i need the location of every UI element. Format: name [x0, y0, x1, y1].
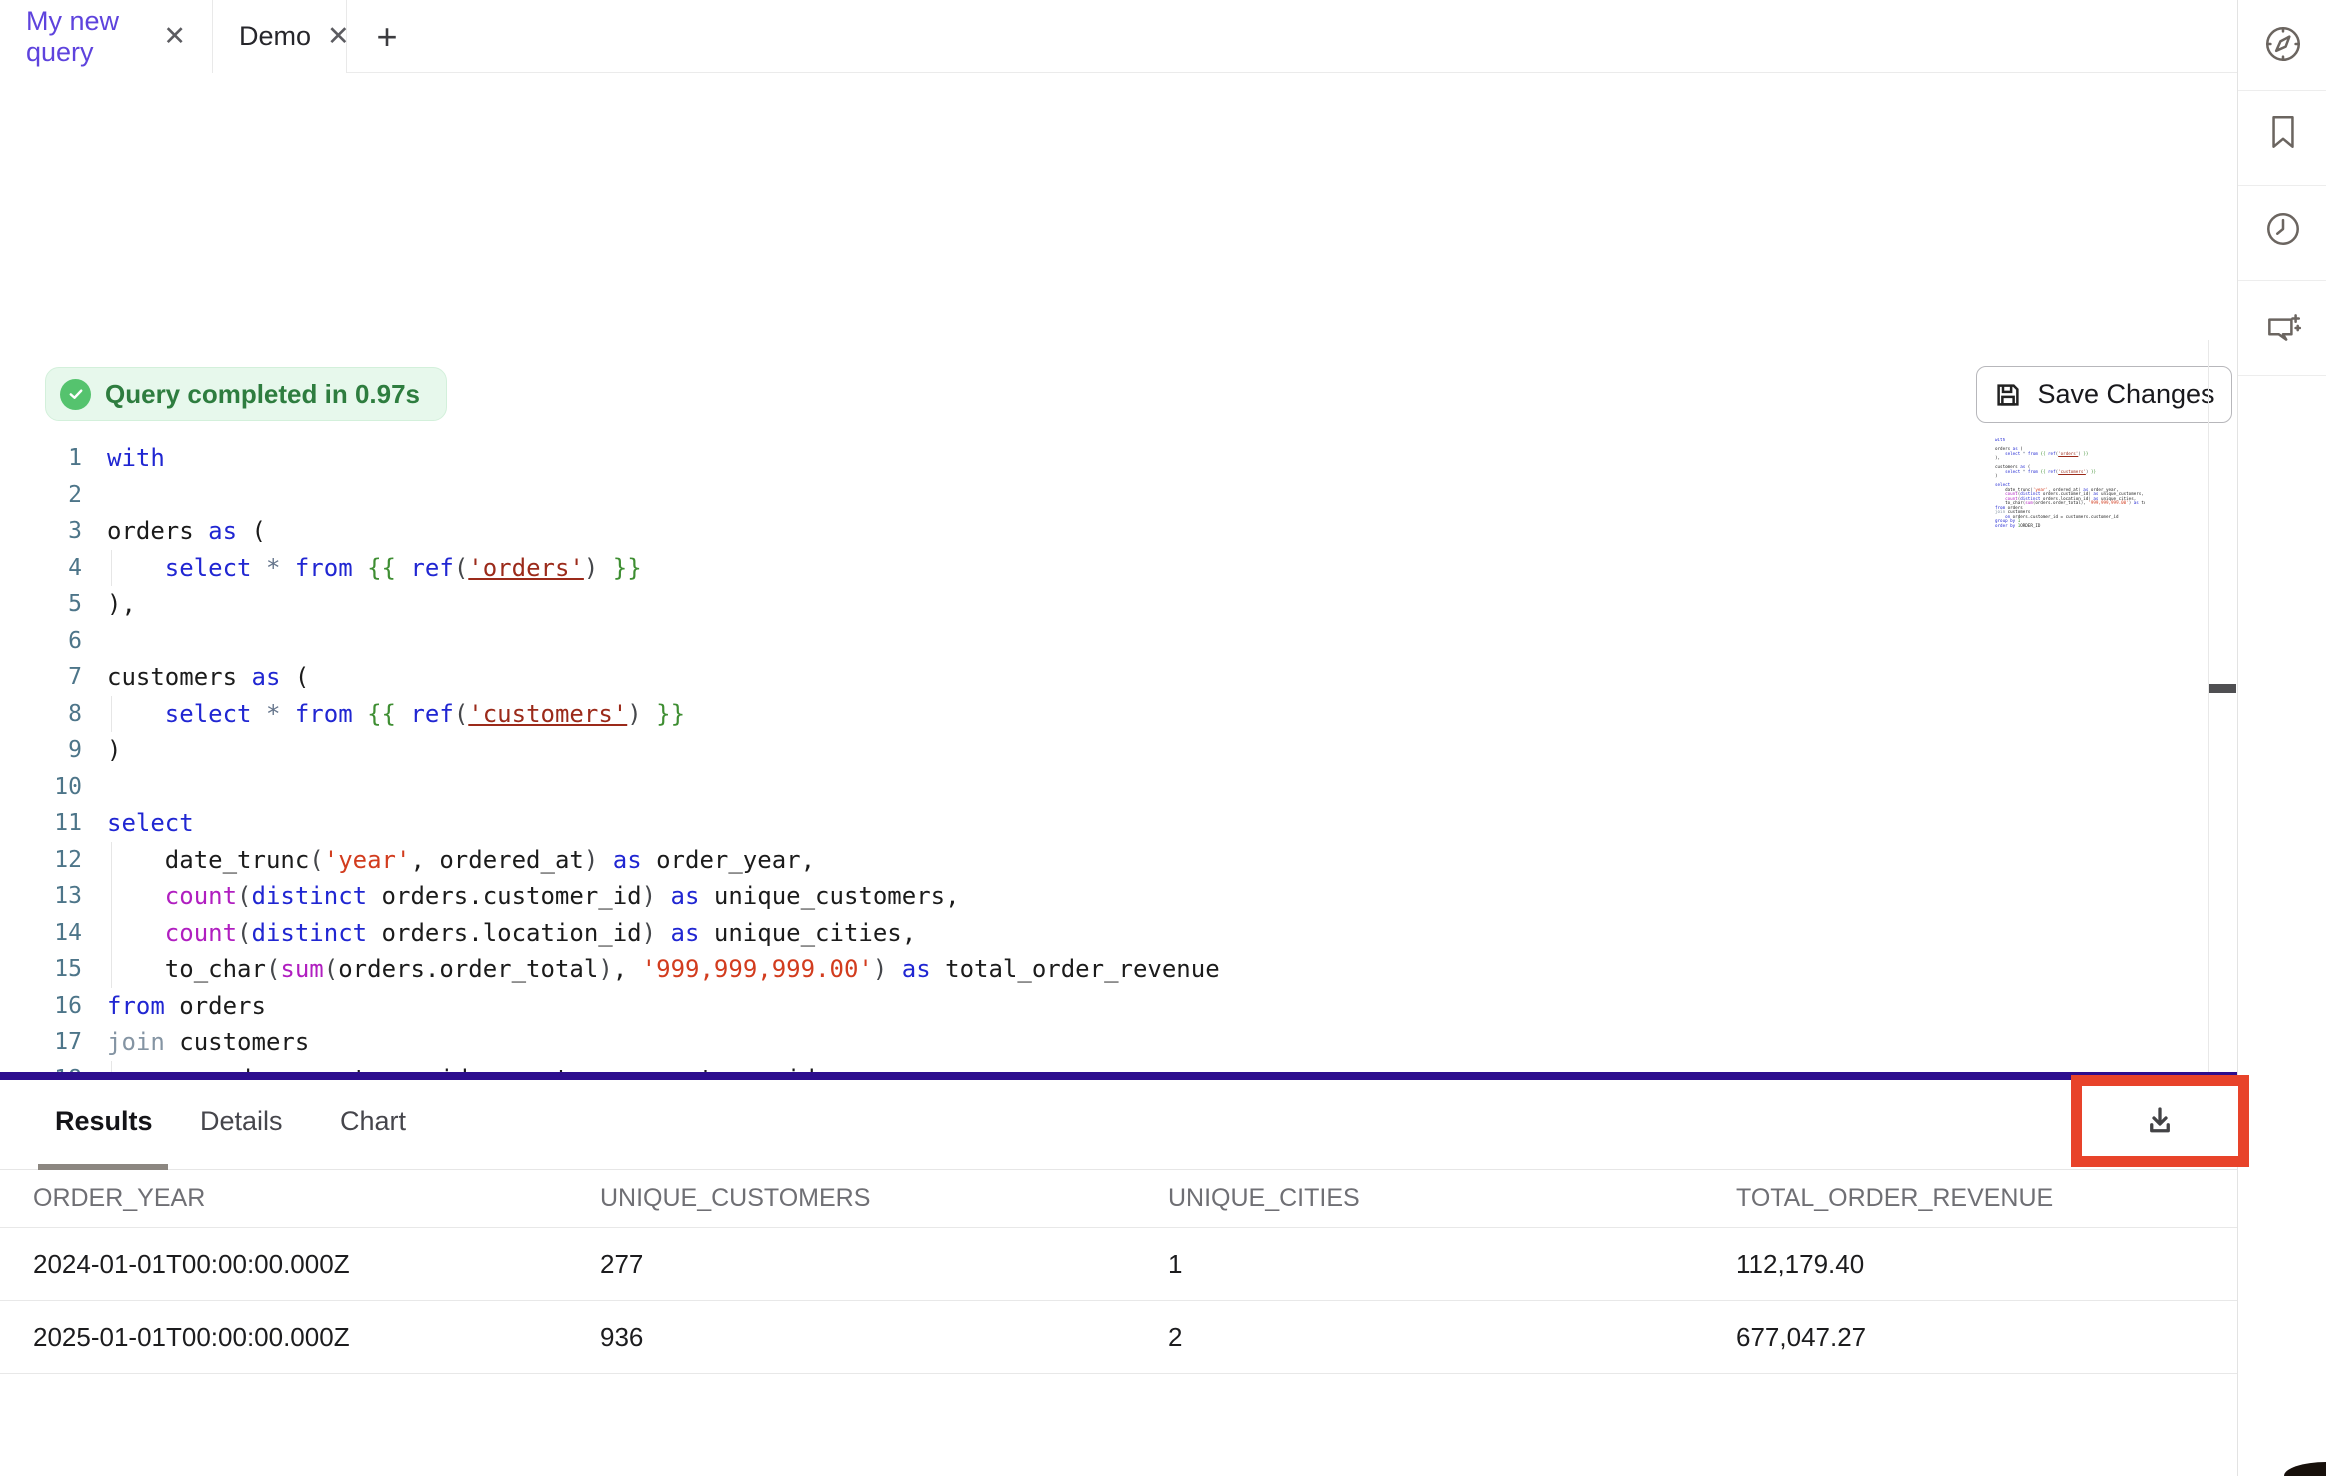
save-icon — [1993, 380, 2023, 410]
panel-splitter[interactable] — [0, 1072, 2237, 1080]
download-icon — [2142, 1103, 2178, 1139]
table-cell: 936 — [600, 1322, 1168, 1353]
query-status-badge: Query completed in 0.97s — [45, 367, 447, 421]
red-highlight-annotation — [2071, 1075, 2249, 1167]
results-table: ORDER_YEARUNIQUE_CUSTOMERSUNIQUE_CITIEST… — [0, 1170, 2237, 1374]
save-label: Save Changes — [2037, 379, 2214, 410]
bookmarks-button[interactable] — [2261, 110, 2305, 154]
column-header: UNIQUE_CITIES — [1168, 1184, 1736, 1213]
bookmark-icon — [2262, 111, 2304, 153]
table-row[interactable]: 2025-01-01T00:00:00.000Z9362677,047.27 — [0, 1301, 2237, 1374]
explore-button[interactable] — [2261, 22, 2305, 66]
table-cell: 112,179.40 — [1736, 1249, 2237, 1280]
table-cell: 277 — [600, 1249, 1168, 1280]
app-window: My new query ✕ Demo ✕ + MS Your query — [0, 0, 2326, 1476]
code-gutter: 1234567891011121314151617181920 — [30, 440, 82, 1170]
code-lines[interactable]: with orders as ( select * from {{ ref('o… — [107, 440, 2004, 1170]
code-line: date_trunc('year', ordered_at) as order_… — [107, 842, 2004, 879]
check-circle-icon — [60, 379, 91, 410]
code-line: from orders — [107, 988, 2004, 1025]
download-results-button[interactable] — [2082, 1086, 2238, 1156]
code-line: select — [107, 805, 2004, 842]
history-panel-button[interactable] — [2261, 207, 2305, 251]
code-line: ), — [107, 586, 2004, 623]
tab-results[interactable]: Results — [55, 1106, 153, 1137]
code-line: customers as ( — [107, 659, 2004, 696]
rail-divider — [2238, 90, 2326, 91]
editor-scrollbar-thumb[interactable] — [2209, 684, 2236, 693]
code-line: join customers — [107, 1024, 2004, 1061]
rail-divider — [2238, 280, 2326, 281]
code-line: ) — [107, 732, 2004, 769]
code-line — [107, 477, 2004, 514]
code-line: select * from {{ ref('orders') }} — [107, 550, 2004, 587]
results-tab-bar: Results Details Chart — [0, 1080, 2237, 1170]
tab-label: Demo — [239, 21, 311, 52]
table-row[interactable]: 2024-01-01T00:00:00.000Z2771112,179.40 — [0, 1228, 2237, 1301]
tab-details[interactable]: Details — [200, 1106, 283, 1137]
rail-divider — [2238, 185, 2326, 186]
query-header: MS Your query Develop Run — [0, 73, 2237, 170]
ai-chat-button[interactable] — [2261, 306, 2305, 350]
status-message: Query completed in 0.97s — [105, 379, 420, 410]
editor-tab-bar: My new query ✕ Demo ✕ + — [0, 0, 2237, 73]
save-changes-button[interactable]: Save Changes — [1976, 366, 2232, 423]
tab-demo[interactable]: Demo ✕ — [213, 0, 347, 73]
column-header: TOTAL_ORDER_REVENUE — [1736, 1184, 2237, 1213]
code-line: select * from {{ ref('customers') }} — [107, 696, 2004, 733]
code-line: to_char(sum(orders.order_total), '999,99… — [107, 951, 2004, 988]
new-tab-button[interactable]: + — [347, 0, 427, 73]
code-line: count(distinct orders.location_id) as un… — [107, 915, 2004, 952]
close-icon[interactable]: ✕ — [163, 23, 186, 50]
code-line: with — [107, 440, 2004, 477]
right-sidebar-rail — [2237, 0, 2326, 1476]
code-line — [107, 623, 2004, 660]
column-header: UNIQUE_CUSTOMERS — [600, 1184, 1168, 1213]
table-cell: 2 — [1168, 1322, 1736, 1353]
table-header-row: ORDER_YEARUNIQUE_CUSTOMERSUNIQUE_CITIEST… — [0, 1170, 2237, 1228]
minimap-code: with orders as ( select * from {{ ref('o… — [1995, 438, 2145, 528]
table-cell: 2025-01-01T00:00:00.000Z — [33, 1322, 600, 1353]
code-line: order by 1ORDER_ID — [1995, 524, 2145, 529]
chat-sparkle-icon — [2262, 307, 2304, 349]
column-header: ORDER_YEAR — [33, 1184, 600, 1213]
sql-editor[interactable]: Query completed in 0.97s Save Changes 12… — [0, 170, 2237, 1073]
rail-divider — [2238, 375, 2326, 376]
tab-label: My new query — [26, 6, 147, 68]
table-cell: 677,047.27 — [1736, 1322, 2237, 1353]
table-cell: 2024-01-01T00:00:00.000Z — [33, 1249, 600, 1280]
tab-my-new-query[interactable]: My new query ✕ — [0, 0, 213, 73]
code-line: orders as ( — [107, 513, 2004, 550]
code-line — [107, 769, 2004, 806]
code-line: count(distinct orders.customer_id) as un… — [107, 878, 2004, 915]
clock-icon — [2262, 208, 2304, 250]
tab-chart[interactable]: Chart — [340, 1106, 406, 1137]
minimap[interactable]: with orders as ( select * from {{ ref('o… — [1995, 438, 2145, 528]
table-cell: 1 — [1168, 1249, 1736, 1280]
compass-icon — [2262, 23, 2304, 65]
